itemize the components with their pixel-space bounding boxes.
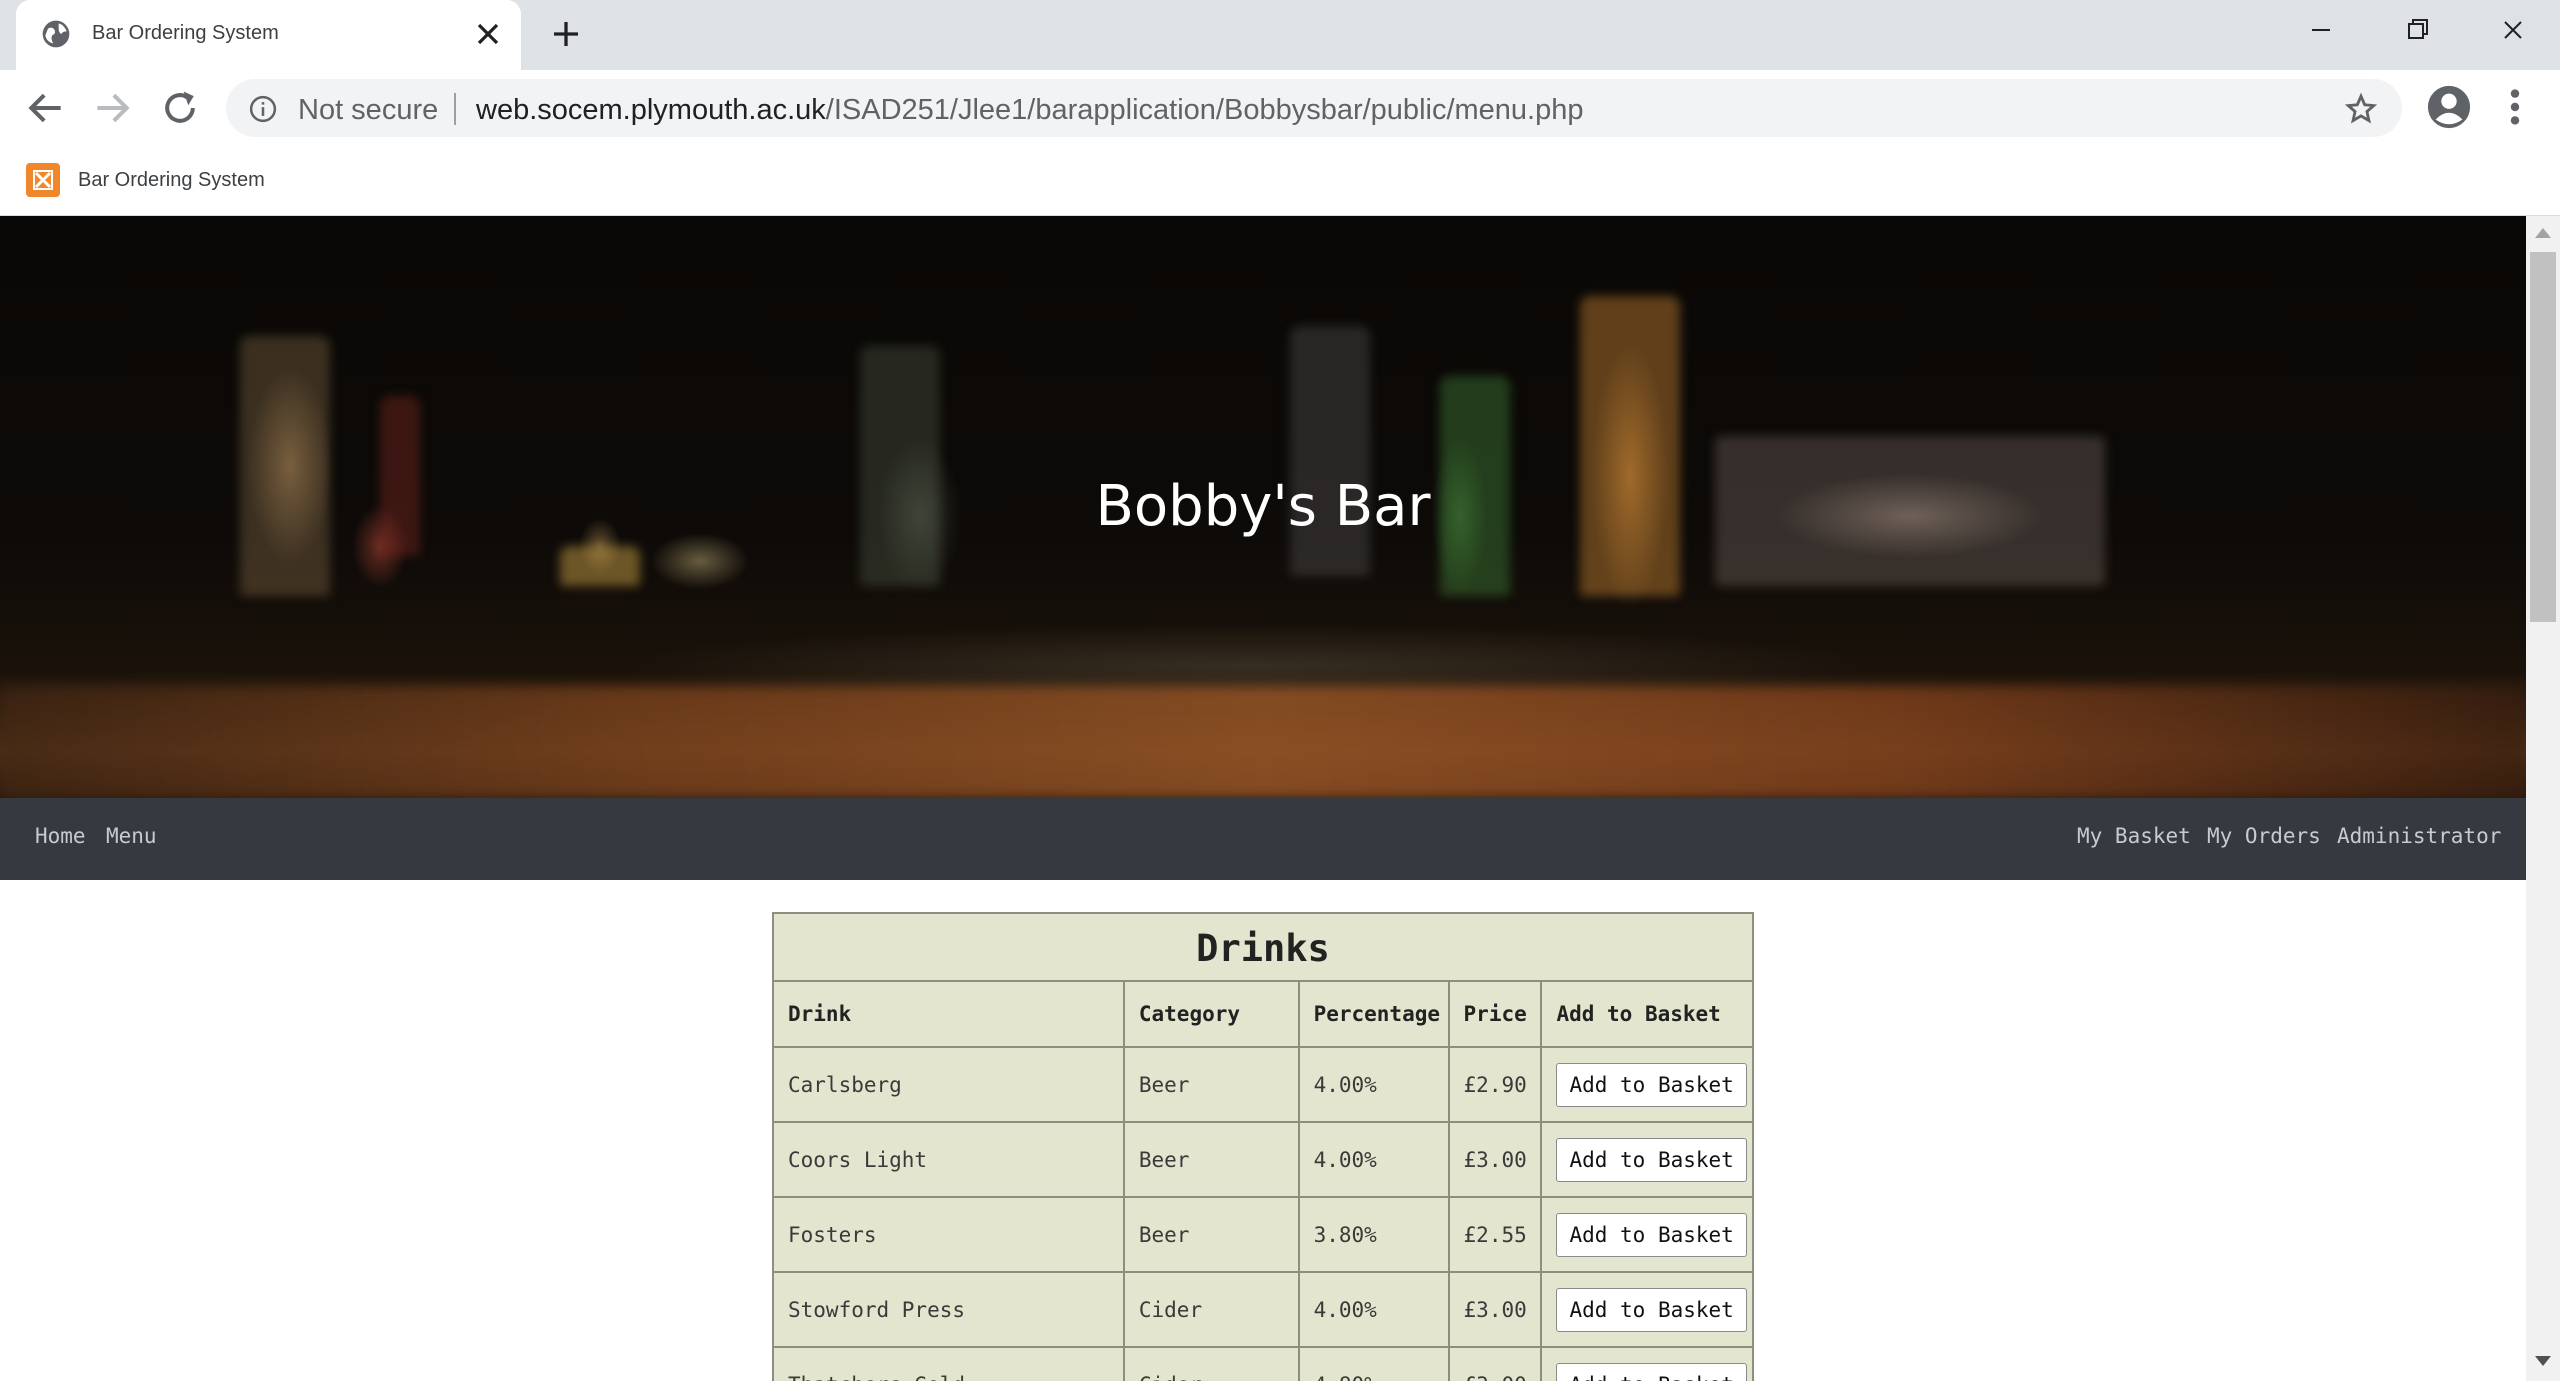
drink-category: Cider — [1122, 1346, 1300, 1381]
bookmark-label: Bar Ordering System — [78, 168, 265, 191]
browser-toolbar: Not secure web.socem.plymouth.ac.uk/ISAD… — [0, 70, 2560, 146]
site-title: Bobby's Bar — [1095, 474, 1431, 539]
add-to-basket-button[interactable]: Add to Basket — [1556, 1137, 1747, 1182]
add-cell: Add to Basket — [1540, 1346, 1754, 1381]
add-to-basket-button[interactable]: Add to Basket — [1556, 1362, 1747, 1381]
drinks-table-caption: Drinks — [772, 912, 1754, 980]
new-tab-icon[interactable] — [548, 16, 584, 52]
table-header-row: Drink Category Percentage Price Add to B… — [772, 980, 1754, 1048]
more-options-icon[interactable] — [2500, 84, 2530, 130]
back-arrow-icon[interactable] — [24, 86, 68, 130]
scrollbar-thumb[interactable] — [2530, 252, 2556, 622]
drinks-table: Drinks Drink Category Percentage Price A… — [772, 912, 1754, 1381]
drink-price: £3.00 — [1447, 1346, 1543, 1381]
profile-avatar-icon[interactable] — [2426, 84, 2472, 130]
nav-administrator-link[interactable]: Administrator — [2337, 824, 2501, 848]
hero-banner: Bobby's Bar — [0, 216, 2526, 798]
bookmarks-bar: Bar Ordering System — [0, 146, 2560, 216]
add-to-basket-button[interactable]: Add to Basket — [1556, 1062, 1747, 1107]
add-to-basket-button[interactable]: Add to Basket — [1556, 1212, 1747, 1257]
security-status[interactable]: Not secure — [298, 94, 438, 127]
drink-category: Beer — [1122, 1196, 1300, 1273]
scroll-up-arrow-icon[interactable] — [2535, 228, 2551, 238]
nav-menu-link[interactable]: Menu — [106, 824, 157, 848]
drink-category: Cider — [1122, 1271, 1300, 1348]
restore-icon[interactable] — [2392, 10, 2442, 50]
table-row: Thatchers Gold Cider 4.80% £3.00 Add to … — [772, 1346, 1754, 1381]
table-row: Stowford Press Cider 4.00% £3.00 Add to … — [772, 1271, 1754, 1348]
info-icon[interactable] — [248, 94, 278, 124]
drink-percentage: 4.00% — [1297, 1271, 1450, 1348]
page-viewport[interactable]: Bobby's Bar Home Menu My Basket My Order… — [0, 216, 2526, 1381]
add-cell: Add to Basket — [1540, 1196, 1754, 1273]
tab-strip: Bar Ordering System — [0, 0, 2560, 70]
drink-category: Beer — [1122, 1046, 1300, 1123]
table-row: Carlsberg Beer 4.00% £2.90 Add to Basket — [772, 1046, 1754, 1123]
close-tab-icon[interactable] — [470, 16, 506, 52]
nav-my-basket-link[interactable]: My Basket — [2077, 824, 2191, 848]
browser-tab[interactable]: Bar Ordering System — [16, 0, 521, 70]
forward-arrow-icon[interactable] — [90, 86, 134, 130]
bookmark-bar-ordering-system[interactable]: Bar Ordering System — [26, 160, 265, 200]
reload-icon[interactable] — [158, 86, 202, 130]
drink-price: £3.00 — [1447, 1271, 1543, 1348]
drink-category: Beer — [1122, 1121, 1300, 1198]
table-row: Fosters Beer 3.80% £2.55 Add to Basket — [772, 1196, 1754, 1273]
header-price: Price — [1447, 980, 1543, 1048]
url-path: /ISAD251/Jlee1/barapplication/Bobbysbar/… — [825, 94, 1584, 126]
add-cell: Add to Basket — [1540, 1271, 1754, 1348]
minimize-icon[interactable] — [2296, 10, 2346, 50]
site-navbar: Home Menu My Basket My Orders Administra… — [0, 798, 2526, 880]
nav-home-link[interactable]: Home — [35, 824, 86, 848]
omnibox-divider — [454, 93, 456, 125]
header-percentage: Percentage — [1297, 980, 1450, 1048]
tab-title: Bar Ordering System — [92, 22, 279, 44]
drink-name: Stowford Press — [772, 1271, 1125, 1348]
globe-icon — [42, 20, 70, 48]
add-cell: Add to Basket — [1540, 1121, 1754, 1198]
xampp-icon — [26, 163, 60, 197]
table-row: Coors Light Beer 4.00% £3.00 Add to Bask… — [772, 1121, 1754, 1198]
drink-name: Fosters — [772, 1196, 1125, 1273]
drink-price: £2.90 — [1447, 1046, 1543, 1123]
url-host: web.socem.plymouth.ac.uk — [476, 94, 826, 126]
page-scrollbar[interactable] — [2526, 216, 2560, 1381]
drink-percentage: 4.80% — [1297, 1346, 1450, 1381]
close-window-icon[interactable] — [2488, 10, 2538, 50]
add-to-basket-button[interactable]: Add to Basket — [1556, 1287, 1747, 1332]
drink-percentage: 3.80% — [1297, 1196, 1450, 1273]
nav-my-orders-link[interactable]: My Orders — [2207, 824, 2321, 848]
add-cell: Add to Basket — [1540, 1046, 1754, 1123]
drink-percentage: 4.00% — [1297, 1046, 1450, 1123]
header-drink: Drink — [772, 980, 1125, 1048]
drink-percentage: 4.00% — [1297, 1121, 1450, 1198]
drink-price: £2.55 — [1447, 1196, 1543, 1273]
scroll-down-arrow-icon[interactable] — [2535, 1356, 2551, 1366]
header-add-to-basket: Add to Basket — [1540, 980, 1754, 1048]
header-category: Category — [1122, 980, 1300, 1048]
drink-name: Thatchers Gold — [772, 1346, 1125, 1381]
drink-name: Carlsberg — [772, 1046, 1125, 1123]
bookmark-star-icon[interactable] — [2344, 92, 2378, 126]
drink-price: £3.00 — [1447, 1121, 1543, 1198]
drink-name: Coors Light — [772, 1121, 1125, 1198]
url-text[interactable]: web.socem.plymouth.ac.uk/ISAD251/Jlee1/b… — [476, 94, 1584, 127]
address-bar[interactable]: Not secure web.socem.plymouth.ac.uk/ISAD… — [226, 79, 2402, 137]
